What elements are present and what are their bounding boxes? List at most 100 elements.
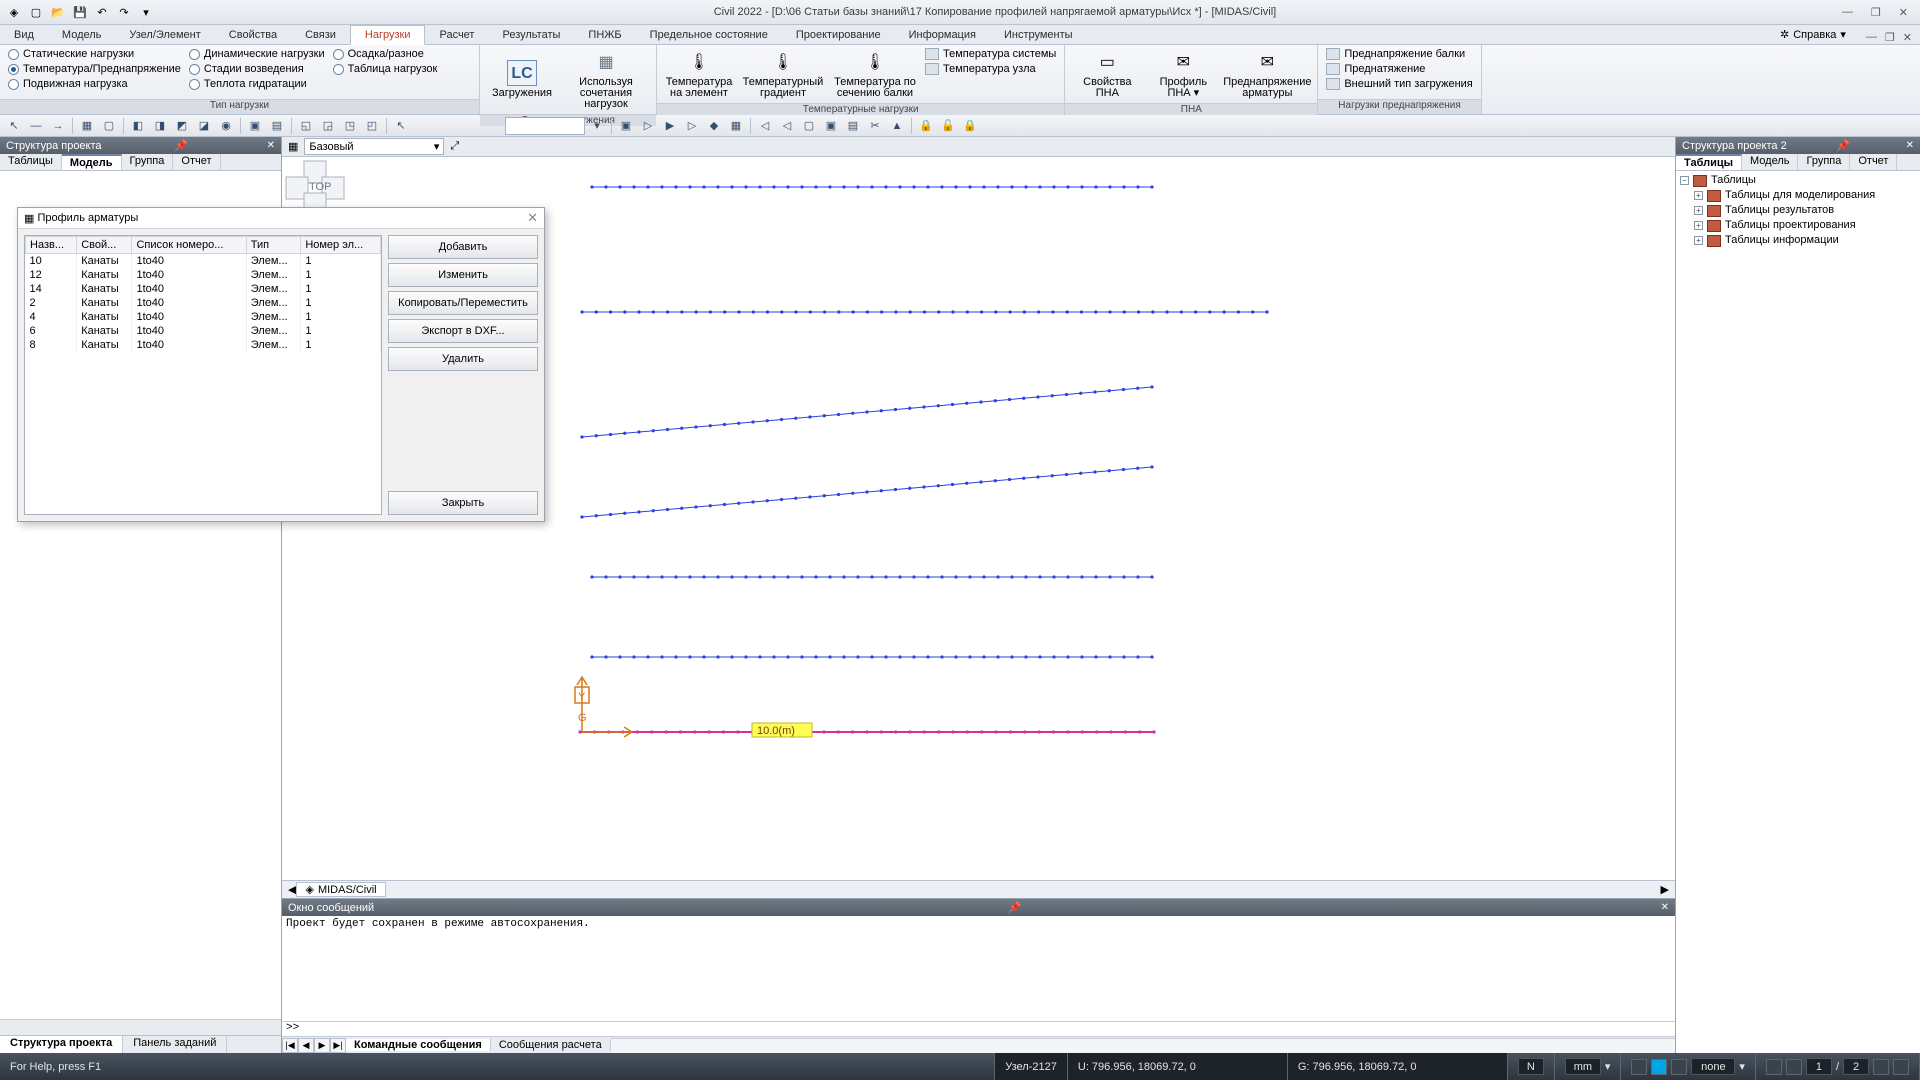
radio-dynamic[interactable]: Динамические нагрузки (187, 47, 327, 61)
snap2-icon[interactable] (1651, 1059, 1667, 1075)
tb-i6[interactable]: ◪ (194, 117, 214, 135)
tb-p2[interactable]: ▷ (638, 117, 658, 135)
tab-model[interactable]: Модель (48, 26, 115, 44)
radio-settlement[interactable]: Осадка/разное (331, 47, 440, 61)
msg-hscroll[interactable] (611, 1038, 1675, 1053)
tb-arrow-icon[interactable]: ↖ (4, 117, 24, 135)
tb-p5[interactable]: ◆ (704, 117, 724, 135)
msg-prev-icon[interactable]: ◀ (298, 1038, 314, 1053)
msg-input[interactable]: >> (282, 1021, 1675, 1036)
msg-tab-calc[interactable]: Сообщения расчета (491, 1039, 611, 1051)
minimize-icon[interactable]: — (1842, 6, 1853, 19)
radio-hydration[interactable]: Теплота гидратации (187, 77, 327, 91)
left-tab-tables[interactable]: Таблицы (0, 154, 62, 170)
radio-static[interactable]: Статические нагрузки (6, 47, 183, 61)
right-tab-group[interactable]: Группа (1798, 154, 1850, 170)
sb-b-icon[interactable] (1786, 1059, 1802, 1075)
status-page[interactable] (1806, 1058, 1832, 1075)
qat-more-icon[interactable]: ▾ (136, 3, 156, 21)
left-hscroll[interactable] (0, 1019, 281, 1035)
btn-prestress[interactable]: ✉Преднапряжение арматуры (1223, 47, 1311, 101)
link-prestress-beam[interactable]: Преднапряжение балки (1324, 47, 1474, 61)
msg-pin-icon[interactable]: 📌 (1008, 901, 1022, 914)
view-expand-icon[interactable]: ⤢ (450, 140, 459, 153)
tab-design[interactable]: Проектирование (782, 26, 895, 44)
sb-a-icon[interactable] (1766, 1059, 1782, 1075)
left-tab-group[interactable]: Группа (122, 154, 174, 170)
sb-d-icon[interactable] (1893, 1059, 1909, 1075)
tb-v3[interactable]: ▢ (799, 117, 819, 135)
sb-c-icon[interactable] (1873, 1059, 1889, 1075)
left-tab-model[interactable]: Модель (62, 154, 122, 170)
tb-cursor-icon[interactable]: ↖ (391, 117, 411, 135)
tb-p3[interactable]: ▶ (660, 117, 680, 135)
tb-i4[interactable]: ◨ (150, 117, 170, 135)
tb-v7[interactable]: ▲ (887, 117, 907, 135)
msg-tab-cmd[interactable]: Командные сообщения (346, 1039, 491, 1051)
msg-next-icon[interactable]: ▶ (314, 1038, 330, 1053)
btn-copy[interactable]: Копировать/Переместить (388, 291, 538, 315)
doc-tab-midas[interactable]: ◈ MIDAS/Civil (296, 882, 385, 897)
close-icon[interactable]: ✕ (1899, 6, 1908, 19)
tb-v2[interactable]: ◁ (777, 117, 797, 135)
link-external[interactable]: Внешний тип загружения (1324, 77, 1474, 91)
msg-body[interactable]: Проект будет сохранен в режиме автосохра… (282, 916, 1675, 1021)
btab-taskpanel[interactable]: Панель заданий (123, 1036, 227, 1053)
link-temp-node[interactable]: Температура узла (923, 62, 1058, 76)
btn-loadcase[interactable]: LCЗагружения (486, 47, 558, 112)
radio-temp[interactable]: Температура/Преднапряжение (6, 62, 183, 76)
snap1-icon[interactable] (1631, 1059, 1647, 1075)
right-tab-tables[interactable]: Таблицы (1676, 154, 1742, 170)
help-menu[interactable]: ✲ Справка ▾ (1768, 25, 1858, 44)
tb-i1[interactable]: ▦ (77, 117, 97, 135)
tab-view[interactable]: Вид (0, 26, 48, 44)
close-panel-icon[interactable]: ✕ (267, 140, 275, 151)
tab-info[interactable]: Информация (895, 26, 990, 44)
msg-last-icon[interactable]: ▶| (330, 1038, 346, 1053)
table-row[interactable]: 12Канаты1to40Элем...1 (26, 268, 381, 282)
undo-icon[interactable]: ↶ (92, 3, 112, 21)
open-icon[interactable]: 📂 (48, 3, 68, 21)
tb-i7[interactable]: ◉ (216, 117, 236, 135)
tab-limit[interactable]: Предельное состояние (636, 26, 782, 44)
btn-temp-elem[interactable]: 🌡Температура на элемент (663, 47, 735, 101)
btn-usingcomb[interactable]: ▦Используя сочетания нагрузок (562, 47, 650, 112)
msg-close-icon[interactable]: ✕ (1661, 902, 1669, 913)
snap3-icon[interactable] (1671, 1059, 1687, 1075)
redo-icon[interactable]: ↷ (114, 3, 134, 21)
btn-close[interactable]: Закрыть (388, 491, 538, 515)
pin-icon[interactable]: 📌 (174, 139, 188, 152)
status-none[interactable] (1691, 1058, 1735, 1075)
tb-l3[interactable]: 🔒 (960, 117, 980, 135)
btn-add[interactable]: Добавить (388, 235, 538, 259)
btn-export[interactable]: Экспорт в DXF... (388, 319, 538, 343)
table-row[interactable]: 2Канаты1to40Элем...1 (26, 296, 381, 310)
btab-structure[interactable]: Структура проекта (0, 1036, 123, 1053)
app-icon[interactable]: ◈ (4, 3, 24, 21)
dialog-header[interactable]: ▦ Профиль арматуры ✕ (18, 208, 544, 229)
tab-links[interactable]: Связи (291, 26, 350, 44)
msg-first-icon[interactable]: |◀ (282, 1038, 298, 1053)
status-pages[interactable] (1843, 1058, 1869, 1075)
tb-i13[interactable]: ◰ (362, 117, 382, 135)
tb-v6[interactable]: ✂ (865, 117, 885, 135)
new-icon[interactable]: ▢ (26, 3, 46, 21)
table-row[interactable]: 14Канаты1to40Элем...1 (26, 282, 381, 296)
right-pin-icon[interactable]: 📌 (1836, 139, 1850, 152)
link-temp-system[interactable]: Температура системы (923, 47, 1058, 61)
radio-stages[interactable]: Стадии возведения (187, 62, 327, 76)
status-n[interactable] (1518, 1058, 1544, 1075)
tb-i11[interactable]: ◲ (318, 117, 338, 135)
tb-i8[interactable]: ▣ (245, 117, 265, 135)
tb-line-icon[interactable]: — (26, 117, 46, 135)
btn-delete[interactable]: Удалить (388, 347, 538, 371)
tb-v1[interactable]: ◁ (755, 117, 775, 135)
tb-l2[interactable]: 🔓 (938, 117, 958, 135)
tab-pnzhb[interactable]: ПНЖБ (574, 26, 635, 44)
table-row[interactable]: 8Канаты1to40Элем...1 (26, 338, 381, 352)
tb-p4[interactable]: ▷ (682, 117, 702, 135)
tab-loads[interactable]: Нагрузки (350, 25, 426, 45)
radio-loadtable[interactable]: Таблица нагрузок (331, 62, 440, 76)
tb-v5[interactable]: ▤ (843, 117, 863, 135)
nav-cube[interactable]: TOP (282, 157, 352, 212)
